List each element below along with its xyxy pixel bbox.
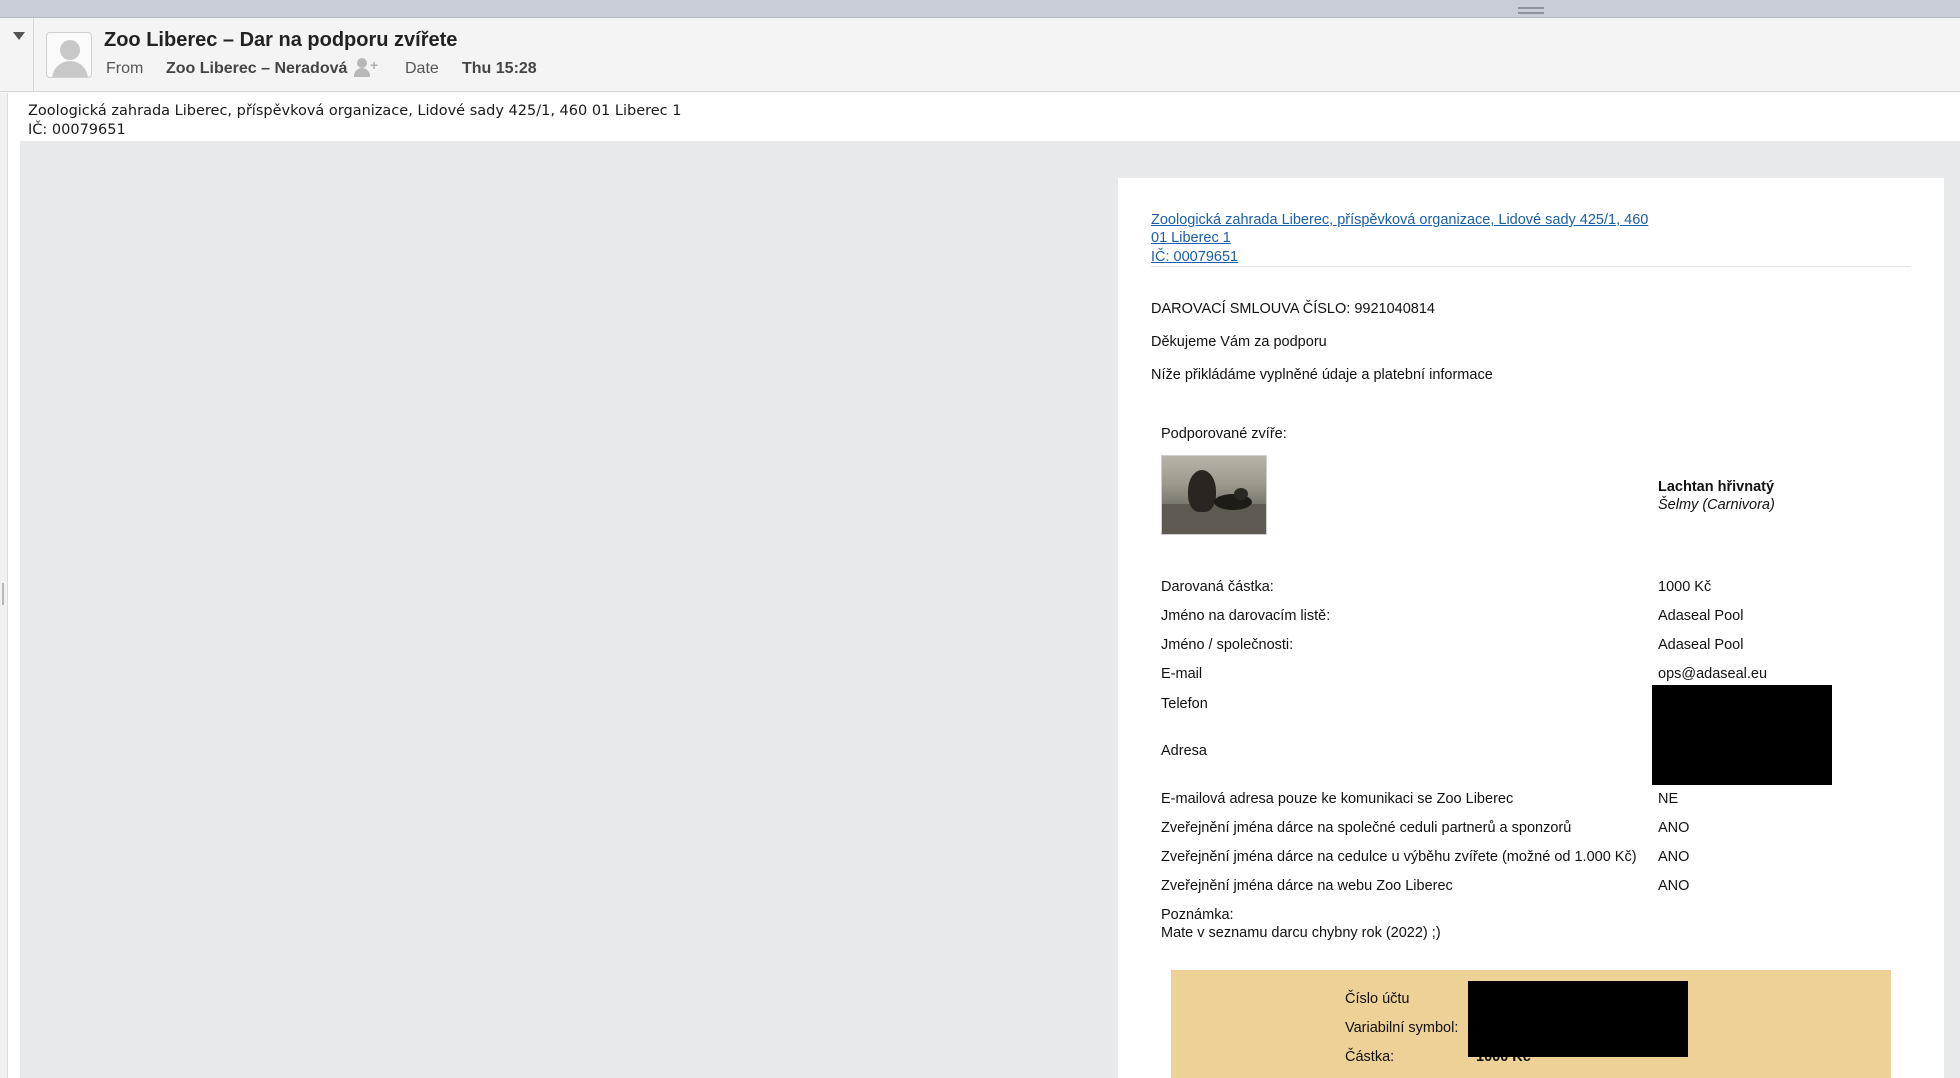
letter-panel: Zoologická zahrada Liberec, příspěvková … <box>1118 178 1944 1078</box>
window-top-bar <box>0 0 1960 18</box>
field-label: Zveřejnění jména dárce na cedulce u výbě… <box>1161 849 1637 865</box>
field-label: E-mail <box>1161 666 1203 682</box>
collapse-triangle-icon[interactable] <box>13 32 25 40</box>
field-label: E-mailová adresa pouze ke komunikaci se … <box>1161 791 1514 807</box>
variable-symbol-label: Variabilní symbol: <box>1345 1020 1459 1036</box>
contract-number: DAROVACÍ SMLOUVA ČÍSLO: 9921040814 <box>1151 301 1435 317</box>
header-rule <box>1151 266 1911 267</box>
intro-text: Níže přikládáme vyplněné údaje a platebn… <box>1151 367 1493 383</box>
splitter-handle-icon[interactable] <box>2 583 4 605</box>
field-label: Jméno na darovacím listě: <box>1161 608 1331 624</box>
animal-label: Podporované zvíře: <box>1161 426 1287 442</box>
note-text: Mate v seznamu darcu chybny rok (2022) ;… <box>1161 925 1441 941</box>
account-label: Číslo účtu <box>1345 991 1410 1007</box>
from-label: From <box>106 60 144 77</box>
plain-text-header: Zoologická zahrada Liberec, příspěvková … <box>8 93 1960 141</box>
field-value-publish-web: ANO <box>1658 878 1690 894</box>
redaction-box <box>1652 685 1832 785</box>
message-header: Zoo Liberec – Dar na podporu zvířete Fro… <box>0 18 1960 92</box>
field-value-publish-board: ANO <box>1658 820 1690 836</box>
animal-photo <box>1161 455 1267 535</box>
field-label: Adresa <box>1161 743 1207 759</box>
field-label: Zveřejnění jména dárce na společné cedul… <box>1161 820 1572 836</box>
add-contact-icon[interactable]: + <box>354 58 380 78</box>
resize-grip-icon[interactable] <box>1518 7 1544 14</box>
plain-ico: IČ: 00079651 <box>28 122 126 138</box>
note-label: Poznámka: <box>1161 907 1234 923</box>
field-value-email[interactable]: ops@adaseal.eu <box>1658 666 1767 682</box>
sender-avatar-icon <box>46 32 92 78</box>
animal-order: Šelmy (Carnivora) <box>1658 497 1775 513</box>
field-label: Telefon <box>1161 696 1208 712</box>
field-value-publish-enclosure: ANO <box>1658 849 1690 865</box>
redaction-box <box>1468 981 1688 1057</box>
field-label: Zveřejnění jména dárce na webu Zoo Liber… <box>1161 878 1453 894</box>
header-divider <box>33 18 34 92</box>
date-label: Date <box>405 60 439 77</box>
from-sender[interactable]: Zoo Liberec – Neradová <box>166 60 347 78</box>
org-link-ico[interactable]: IČ: 00079651 <box>1151 249 1238 265</box>
org-link-line1[interactable]: Zoologická zahrada Liberec, příspěvková … <box>1151 212 1648 228</box>
thanks-text: Děkujeme Vám za podporu <box>1151 334 1327 350</box>
animal-name: Lachtan hřivnatý <box>1658 479 1775 495</box>
date-value: Thu 15:28 <box>462 60 537 77</box>
left-splitter[interactable] <box>0 93 8 1078</box>
field-label: Jméno / společnosti: <box>1161 637 1294 653</box>
field-value-amount: 1000 Kč <box>1658 579 1712 595</box>
payment-box: Číslo účtu Variabilní symbol: Částka: 10… <box>1171 970 1891 1078</box>
field-value-certificate-name: Adaseal Pool <box>1658 608 1744 624</box>
field-label: Darovaná částka: <box>1161 579 1274 595</box>
field-value-email-only: NE <box>1658 791 1679 807</box>
field-value-company-name: Adaseal Pool <box>1658 637 1744 653</box>
message-subject: Zoo Liberec – Dar na podporu zvířete <box>104 29 458 51</box>
plain-address: Zoologická zahrada Liberec, příspěvková … <box>28 103 682 119</box>
org-link-line2[interactable]: 01 Liberec 1 <box>1151 230 1231 246</box>
amount-label: Částka: <box>1345 1049 1395 1065</box>
